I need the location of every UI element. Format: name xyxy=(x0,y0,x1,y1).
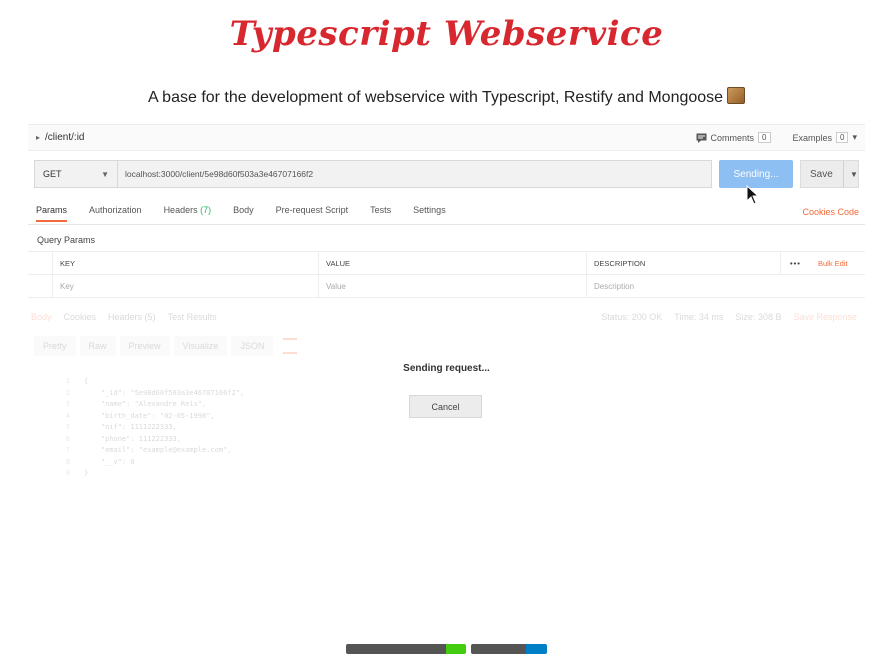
value-input[interactable]: Value xyxy=(326,282,346,291)
send-button[interactable]: Sending... xyxy=(719,160,793,188)
save-button[interactable]: Save ▼ xyxy=(800,160,859,188)
tab-pre-request-script[interactable]: Pre-request Script xyxy=(276,205,349,220)
code-line: 7 "email": "example@example.com", xyxy=(65,446,232,454)
description-input[interactable]: Description xyxy=(594,282,634,291)
right-links: Cookies Code xyxy=(802,207,859,217)
format-select[interactable]: JSON xyxy=(231,336,274,356)
code-line: 3 "name": "Alexandre Reis", xyxy=(65,400,207,408)
request-header-bar: ▸ /client/:id Comments 0 Examples 0 ▾ xyxy=(28,125,865,151)
response-view-bar: Pretty Raw Preview Visualize JSON xyxy=(34,336,298,356)
examples-button[interactable]: Examples 0 ▾ xyxy=(792,132,857,143)
license-badge[interactable] xyxy=(471,644,547,654)
params-table: KEY VALUE DESCRIPTION ••• Bulk Edit Key … xyxy=(28,251,865,298)
view-visualize[interactable]: Visualize xyxy=(173,336,228,356)
response-tabs: Body Cookies Headers (5) Test Results St… xyxy=(28,308,865,326)
examples-count: 0 xyxy=(836,132,849,143)
mouse-cursor-icon xyxy=(746,185,760,205)
bulk-edit-link[interactable]: Bulk Edit xyxy=(818,259,848,268)
code-line: 6 "phone": 111222333, xyxy=(65,434,181,443)
url-bar: GET ▼ localhost:3000/client/5e98d60f503a… xyxy=(34,160,859,205)
code-line: 1{ xyxy=(65,377,89,385)
comments-button[interactable]: Comments 0 xyxy=(696,132,771,143)
subtitle-text: A base for the development of webservice… xyxy=(147,89,724,106)
request-breadcrumb[interactable]: /client/:id xyxy=(45,132,84,143)
method-select[interactable]: GET ▼ xyxy=(34,160,118,188)
request-tabs: Params Authorization Headers (7) Body Pr… xyxy=(28,205,865,225)
code-line: 2 "_id": "5e98d60f503a3e46707166f2", xyxy=(65,388,245,397)
query-params-title: Query Params xyxy=(37,235,96,245)
code-line: 5 "nif": 1111222333, xyxy=(65,423,177,431)
tab-tests[interactable]: Tests xyxy=(370,205,391,220)
response-time: Time: 34 ms xyxy=(674,312,724,322)
response-tab-test-results[interactable]: Test Results xyxy=(168,312,217,322)
view-preview[interactable]: Preview xyxy=(119,336,170,356)
method-value: GET xyxy=(43,169,62,179)
tab-headers[interactable]: Headers (7) xyxy=(164,205,212,220)
url-input[interactable]: localhost:3000/client/5e98d60f503a3e4670… xyxy=(118,160,712,188)
collapse-triangle-icon[interactable]: ▸ xyxy=(36,133,40,142)
value-column-header: VALUE xyxy=(326,258,351,268)
view-pretty[interactable]: Pretty xyxy=(34,336,76,356)
save-label: Save xyxy=(810,168,833,180)
more-options-icon[interactable]: ••• xyxy=(790,259,801,268)
response-tab-headers[interactable]: Headers (5) xyxy=(108,312,156,322)
code-line: 9} xyxy=(65,469,89,477)
sending-request-title: Sending request... xyxy=(403,363,490,374)
response-code: 1{ 2 "_id": "5e98d60f503a3e46707166f2", … xyxy=(58,376,244,480)
comments-count: 0 xyxy=(758,132,771,143)
build-badge[interactable] xyxy=(346,644,466,654)
examples-label: Examples xyxy=(792,132,833,143)
comment-icon xyxy=(696,133,707,143)
key-input[interactable]: Key xyxy=(60,282,74,291)
chevron-down-icon: ▾ xyxy=(852,132,857,142)
tab-body[interactable]: Body xyxy=(233,205,254,220)
code-line: 8 "__v": 0 xyxy=(65,457,135,466)
response-tab-cookies[interactable]: Cookies xyxy=(64,312,97,322)
tab-params[interactable]: Params xyxy=(36,205,68,222)
description-column-header: DESCRIPTION xyxy=(594,258,646,268)
params-header-row: KEY VALUE DESCRIPTION ••• Bulk Edit xyxy=(28,252,865,275)
cancel-button[interactable]: Cancel xyxy=(409,395,482,418)
params-input-row: Key Value Description xyxy=(28,275,865,298)
response-size: Size: 308 B xyxy=(735,312,782,322)
comments-label: Comments xyxy=(710,132,755,143)
hero-title: Typescript Webservice xyxy=(229,14,664,54)
chevron-down-icon: ▼ xyxy=(101,169,109,179)
package-icon xyxy=(727,87,746,104)
tab-settings[interactable]: Settings xyxy=(413,205,446,220)
cookies-link[interactable]: Cookies xyxy=(802,207,835,217)
key-column-header: KEY xyxy=(60,258,76,268)
tab-authorization[interactable]: Authorization xyxy=(89,205,142,220)
response-status-group: Status: 200 OK Time: 34 ms Size: 308 B S… xyxy=(601,312,865,322)
response-status: Status: 200 OK xyxy=(601,312,663,322)
code-line: 4 "birth_date": "02-05-1998", xyxy=(65,411,215,420)
save-response-button[interactable]: Save Response xyxy=(793,312,865,322)
tab-headers-label: Headers xyxy=(163,205,198,215)
tab-headers-count: (7) xyxy=(200,205,212,215)
hero-subtitle: A base for the development of webservice… xyxy=(0,87,893,107)
code-link[interactable]: Code xyxy=(837,207,859,217)
response-tab-body[interactable]: Body xyxy=(31,312,52,322)
wrap-lines-icon[interactable] xyxy=(283,338,298,354)
view-raw[interactable]: Raw xyxy=(79,336,116,356)
chevron-down-icon[interactable]: ▼ xyxy=(843,161,858,187)
response-panel: Body Cookies Headers (5) Test Results St… xyxy=(28,308,865,477)
